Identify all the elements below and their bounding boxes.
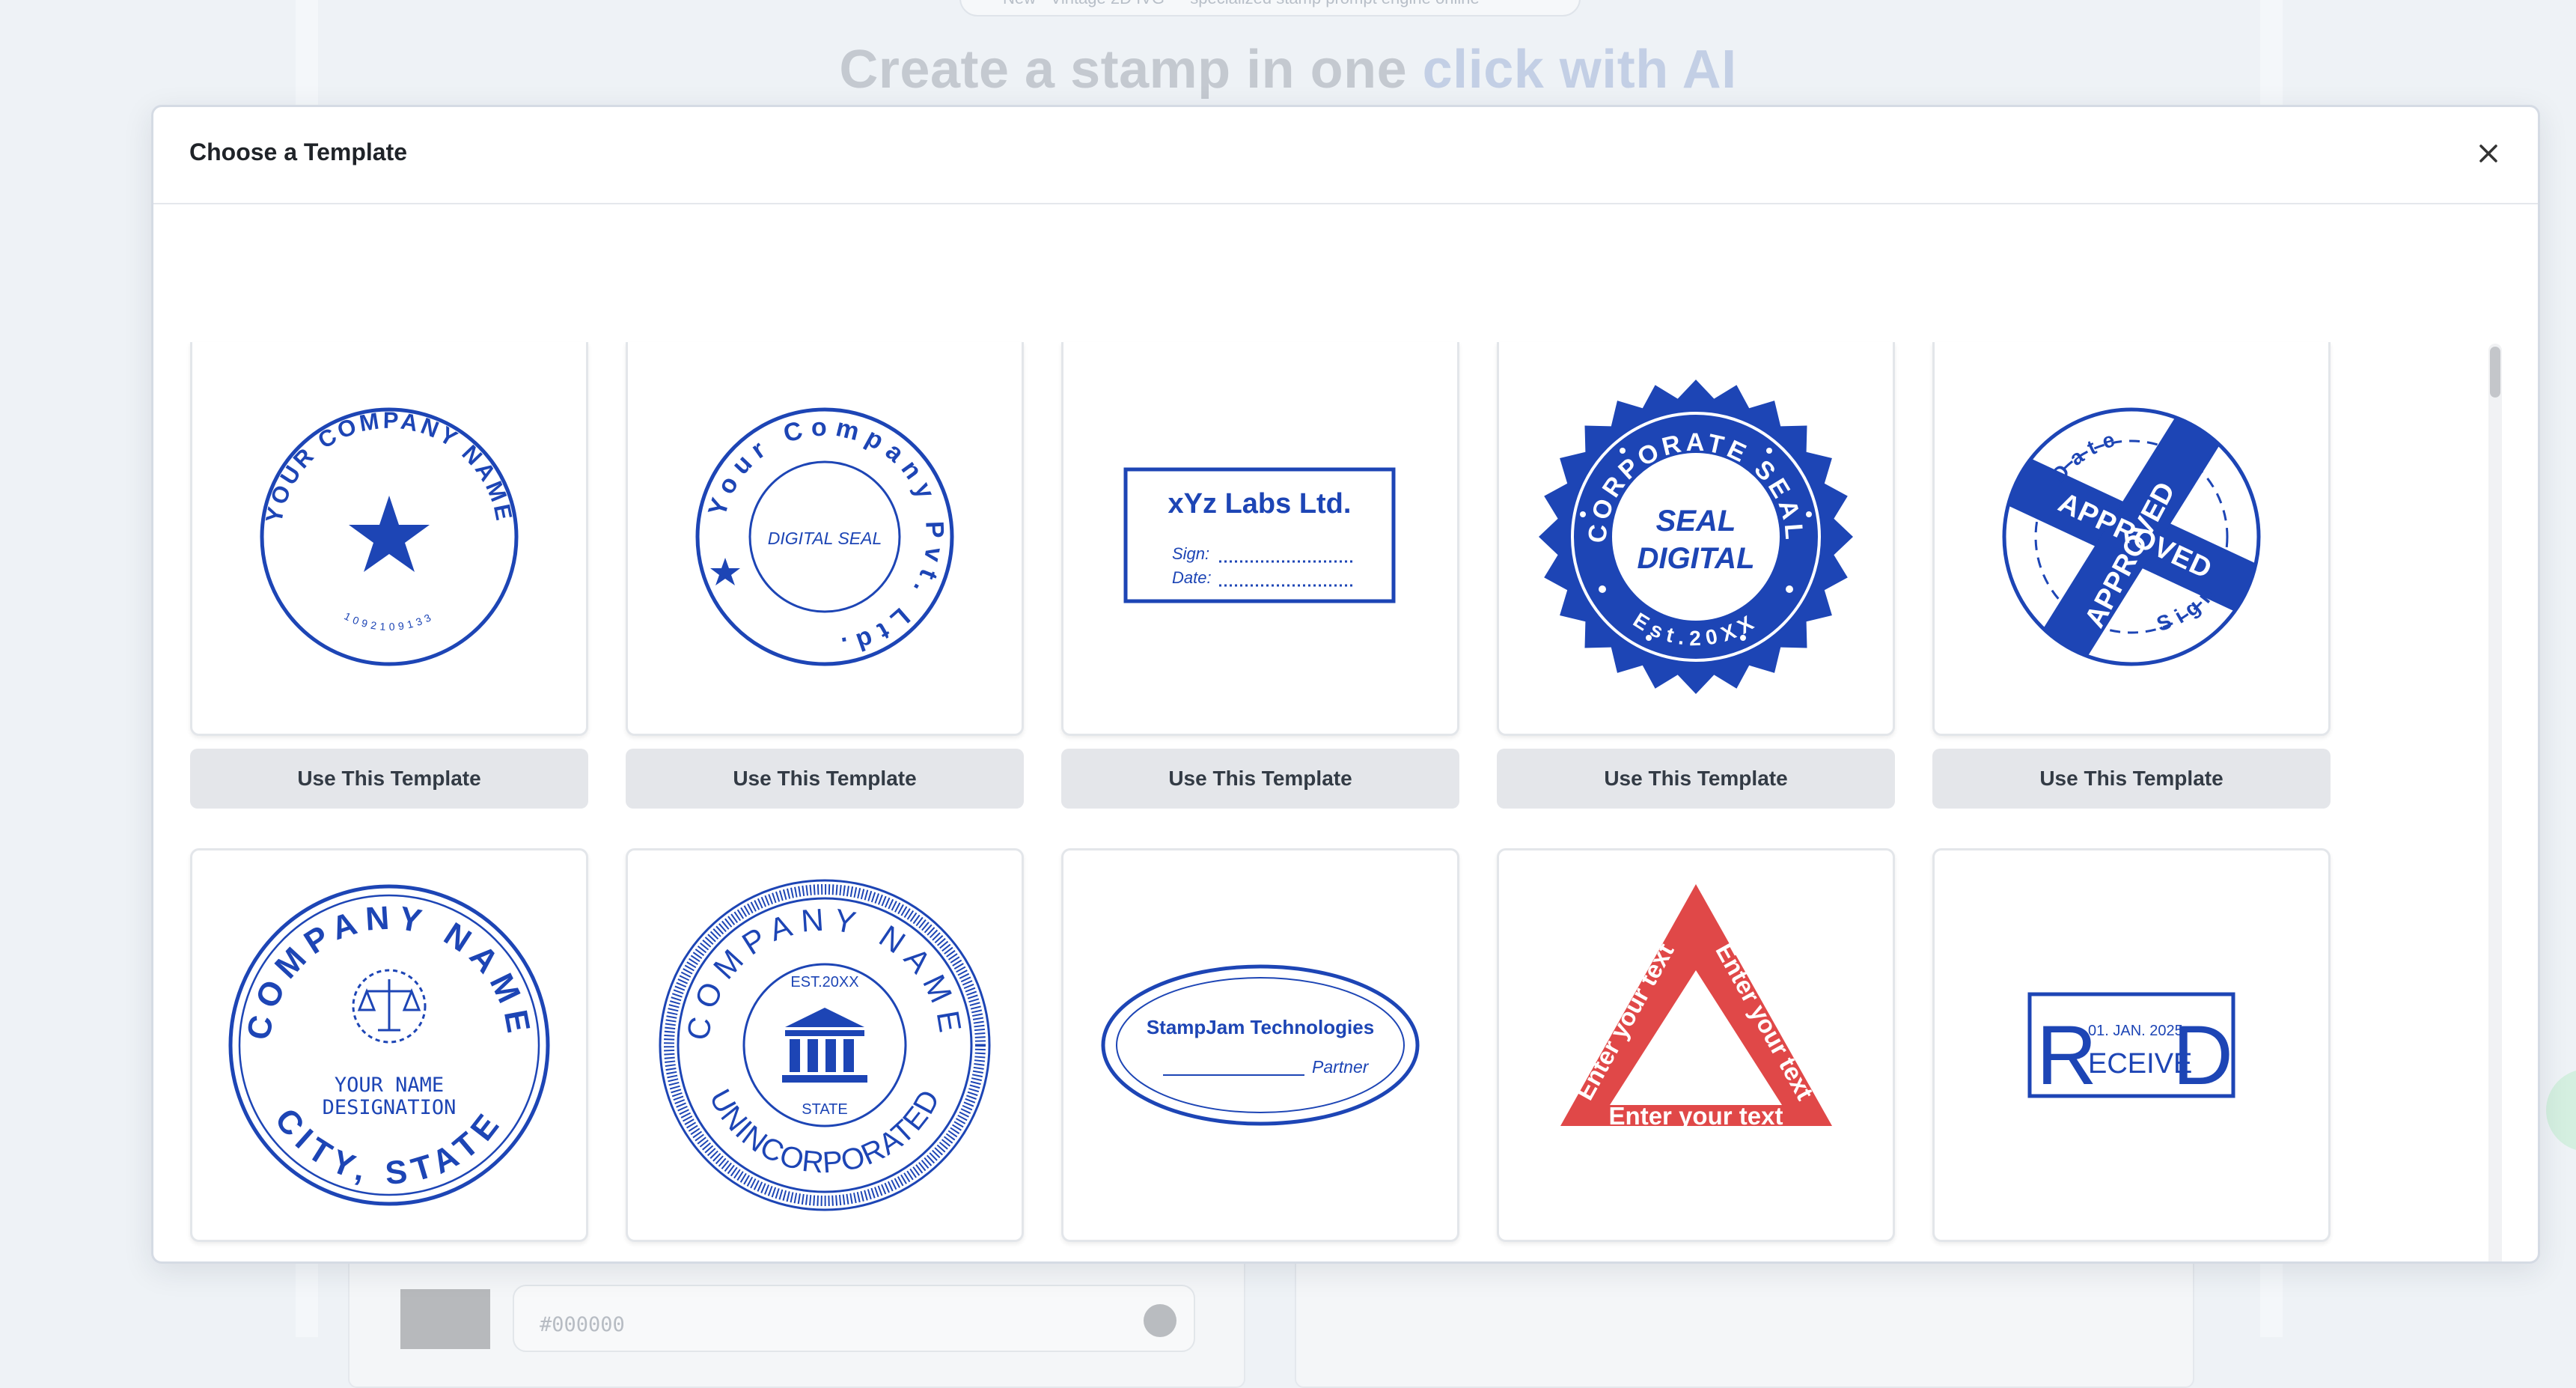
template-card-9[interactable]: Enter your text Enter your text Enter yo…	[1497, 848, 1895, 1242]
use-template-button-1[interactable]: Use This Template	[190, 749, 588, 809]
star-icon	[349, 496, 430, 572]
template-card-1[interactable]: YOUR COMPANY NAME 1092109133	[190, 342, 588, 736]
template-card-3[interactable]: xYz Labs Ltd. Sign: Date:	[1061, 342, 1459, 736]
template-card-8[interactable]: StampJam Technologies Partner	[1061, 848, 1459, 1242]
use-template-button-2[interactable]: Use This Template	[626, 749, 1024, 809]
template-card-4[interactable]: CORPORATE SEAL Est.20XX SEAL DIGITAL	[1497, 342, 1895, 736]
close-button[interactable]	[2472, 137, 2505, 170]
scrollbar-track[interactable]	[2488, 344, 2502, 1261]
modal-header: Choose a Template	[153, 107, 2538, 204]
stamp-3-sign-label: Sign:	[1172, 544, 1209, 563]
stamp-4-center-line-2: DIGITAL	[1637, 542, 1754, 575]
courthouse-icon	[782, 1008, 867, 1083]
stamp-preview-6: COMPANY NAME CITY, STATE YOUR NAME DESIG…	[228, 884, 550, 1206]
svg-text:1092109133: 1092109133	[342, 609, 436, 633]
stamp-3-date-label: Date:	[1172, 568, 1212, 587]
stamp-3-title: xYz Labs Ltd.	[1168, 488, 1352, 520]
stamp-10-date: 01. JAN. 2025	[2088, 1023, 2183, 1039]
template-card-5[interactable]: APPROVED APPROVED Date Sign	[1932, 342, 2331, 736]
color-swatch[interactable]	[400, 1289, 490, 1349]
heading-accent: click with AI	[1422, 40, 1737, 100]
page-heading: Create a stamp in one click with AI	[0, 39, 2576, 100]
stamp-8-title: StampJam Technologies	[1147, 1016, 1374, 1038]
stamp-preview-9: Enter your text Enter your text Enter yo…	[1560, 884, 1832, 1130]
template-modal: Choose a Template YOUR COMPANY NAME 1092…	[151, 105, 2540, 1264]
stamp-6-designation: DESIGNATION	[323, 1096, 457, 1119]
stamp-1-bottom-text: 1092109133	[342, 609, 432, 633]
template-card-7[interactable]: COMPANY NAME UNINCORPORATED EST.20XX STA…	[626, 848, 1024, 1242]
scales-icon	[352, 969, 427, 1044]
scrollbar-thumb[interactable]	[2490, 347, 2500, 398]
close-icon	[2479, 144, 2497, 162]
stamp-4-center-line-1: SEAL	[1656, 505, 1736, 538]
stamp-preview-7: COMPANY NAME UNINCORPORATED EST.20XX STA…	[659, 879, 991, 1211]
stamp-preview-1: YOUR COMPANY NAME 1092109133	[260, 407, 519, 666]
stamp-9-bottom-text: Enter your text	[1609, 1102, 1783, 1130]
stamp-preview-2: Your Company Pvt. Ltd. DIGITAL SEAL	[695, 407, 954, 666]
modal-title: Choose a Template	[189, 139, 408, 165]
stamp-10-big-d: D	[2173, 1008, 2233, 1102]
template-card-2[interactable]: Your Company Pvt. Ltd. DIGITAL SEAL	[626, 342, 1024, 736]
stamp-preview-8: StampJam Technologies Partner	[1101, 964, 1420, 1126]
stamp-preview-10: R 01. JAN. 2025 ECEIVE D	[2027, 992, 2235, 1102]
heading-main: Create a stamp in one	[839, 40, 1423, 100]
color-hex-input[interactable]: #000000	[513, 1285, 1195, 1352]
template-card-6[interactable]: COMPANY NAME CITY, STATE YOUR NAME DESIG…	[190, 848, 588, 1242]
stamp-2-center-text: DIGITAL SEAL	[768, 529, 882, 548]
use-template-button-5[interactable]: Use This Template	[1932, 749, 2331, 809]
star-icon	[710, 558, 740, 585]
use-template-button-4[interactable]: Use This Template	[1497, 749, 1895, 809]
stamp-6-name: YOUR NAME	[335, 1074, 444, 1097]
announcement-pill[interactable]: New · Vintage 2D IVG — specialized stamp…	[959, 0, 1581, 16]
stamp-7-state: STATE	[802, 1101, 847, 1118]
stamp-7-est: EST.20XX	[790, 974, 858, 990]
template-grid: YOUR COMPANY NAME 1092109133 Use This Te…	[153, 204, 2538, 1261]
chat-bubble-button[interactable]	[2546, 1069, 2576, 1151]
template-card-10[interactable]: R 01. JAN. 2025 ECEIVE D	[1932, 848, 2331, 1242]
stamp-8-role: Partner	[1312, 1057, 1370, 1077]
stamp-preview-4: CORPORATE SEAL Est.20XX SEAL DIGITAL	[1539, 380, 1853, 694]
stamp-preview-3: xYz Labs Ltd. Sign: Date:	[1123, 467, 1396, 603]
color-picker-knob[interactable]	[1144, 1304, 1176, 1337]
use-template-button-3[interactable]: Use This Template	[1061, 749, 1459, 809]
stamp-preview-5: APPROVED APPROVED Date Sign	[2002, 407, 2261, 666]
